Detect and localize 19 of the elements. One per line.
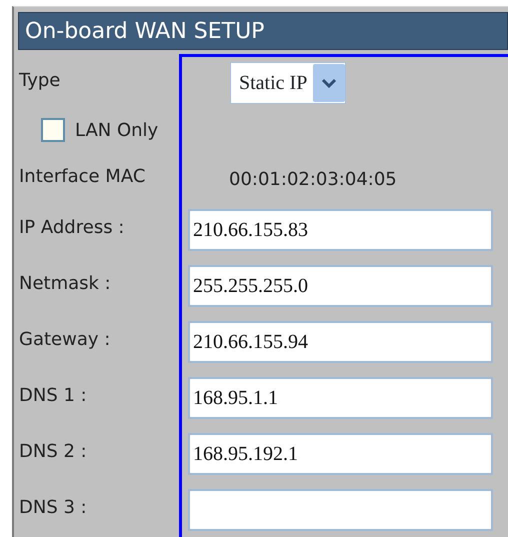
- input-field[interactable]: 210.66.155.94: [188, 321, 493, 363]
- field-label: DNS 3 :: [19, 496, 87, 520]
- input-field[interactable]: 255.255.255.0: [188, 265, 493, 307]
- field-label: Type: [19, 68, 60, 92]
- input-field[interactable]: 168.95.192.1: [188, 433, 493, 475]
- type-select[interactable]: Static IP: [230, 62, 346, 104]
- field-label: Interface MAC: [19, 165, 146, 189]
- input-field[interactable]: 168.95.1.1: [188, 377, 493, 419]
- field-label: DNS 1 :: [19, 384, 87, 408]
- checkbox[interactable]: [41, 118, 65, 142]
- input-field[interactable]: 210.66.155.83: [188, 209, 493, 251]
- section-header: On-board WAN SETUP: [18, 12, 508, 50]
- input-field[interactable]: [188, 489, 493, 531]
- mac-address: 00:01:02:03:04:05: [229, 168, 397, 192]
- field-label: DNS 2 :: [19, 440, 87, 464]
- field-label: IP Address :: [19, 216, 124, 240]
- field-label: Gateway :: [19, 328, 110, 352]
- checkbox-label: LAN Only: [75, 118, 158, 142]
- field-label: Netmask :: [19, 272, 111, 296]
